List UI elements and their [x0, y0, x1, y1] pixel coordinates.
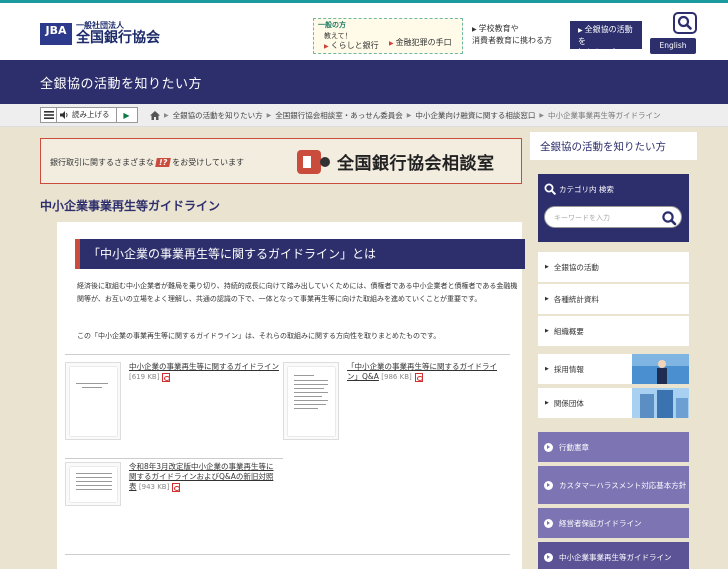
divider: [65, 458, 283, 459]
site-logo[interactable]: JBA 一般社団法人 全国銀行協会: [40, 21, 160, 46]
divider: [65, 354, 510, 355]
circle-arrow-icon: [544, 442, 553, 452]
speaker-icon: [60, 111, 68, 119]
content-panel: 「中小企業の事業再生等に関するガイドライン」とは 経済後に取組む中小企業者が難局…: [57, 222, 525, 569]
document-thumbnail[interactable]: [283, 362, 339, 440]
banner-title: 全銀協の活動を知りたい方: [40, 77, 203, 92]
logo-subtitle: 一般社団法人: [76, 21, 124, 30]
search-submit-icon[interactable]: [661, 210, 677, 226]
arrow-icon: ▶: [545, 400, 549, 406]
general-link-fraud[interactable]: ▶ 金融犯罪の手口: [389, 37, 452, 48]
consultation-brand: 全国銀行協会相談室: [297, 149, 495, 174]
sidebar-item-recruitment[interactable]: ▶ 採用情報: [538, 354, 689, 384]
divider: [65, 554, 510, 555]
document-item: 中小企業の事業再生等に関するガイドライン [619 KB]: [65, 362, 279, 440]
sidebar-link-guarantor-guideline[interactable]: 経営者保証ガイドライン: [538, 508, 689, 538]
file-size: [619 KB]: [129, 373, 160, 381]
sidebar-link-sme-guideline[interactable]: 中小企業事業再生等ガイドライン: [538, 542, 689, 569]
breadcrumb-separator-icon: ▶: [266, 112, 272, 119]
circle-arrow-icon: [544, 552, 553, 562]
sidebar-link-code-of-conduct[interactable]: 行動憲章: [538, 432, 689, 462]
document-link[interactable]: 中小企業の事業再生等に関するガイドライン: [129, 362, 279, 371]
question-exclamation-icon: !?: [155, 158, 172, 167]
document-item: 令和8年3月改定版中小企業の事業再生等に関するガイドラインおよびQ&Aの新旧対照…: [65, 462, 279, 506]
breadcrumb-current: 中小企業事業再生等ガイドライン: [548, 111, 661, 120]
arrow-icon: ▶: [578, 27, 583, 34]
play-button[interactable]: ▶: [117, 108, 137, 122]
breadcrumb-item[interactable]: 中小企業向け融資に関する相談窓口: [415, 110, 535, 121]
play-icon: ▶: [123, 110, 130, 120]
section-heading: 「中小企業の事業再生等に関するガイドライン」とは: [75, 239, 525, 269]
header-search-button[interactable]: [673, 12, 697, 34]
document-item: 「中小企業の事業再生等に関するガイドライン」Q&A [986 KB]: [283, 362, 497, 440]
promo-text: 銀行取引に関するさまざまな !? をお受けしています: [50, 158, 245, 167]
sidebar-item-organization[interactable]: ▶ 組織概要: [538, 316, 689, 346]
intro-paragraph: 経済後に取組む中小企業者が難局を乗り切り、持続的成長に向けて踏み出していくために…: [77, 282, 518, 303]
document-thumbnail[interactable]: [65, 462, 121, 506]
arrow-icon: ▶: [545, 328, 549, 334]
sidebar-item-statistics[interactable]: ▶ 各種統計資料: [538, 284, 689, 314]
site-header: JBA 一般社団法人 全国銀行協会 一般の方 教えて！ ▶ くらしと銀行 ▶ 金融犯…: [0, 3, 728, 60]
jba-logo-mark: JBA: [40, 22, 72, 45]
general-audience-box: 一般の方 教えて！ ▶ くらしと銀行 ▶ 金融犯罪の手口: [313, 18, 463, 54]
category-search: カテゴリ内 検索 キーワードを入力: [538, 174, 689, 242]
file-size: [943 KB]: [138, 483, 170, 491]
summary-paragraph: この「中小企業の事業再生等に関するガイドライン」は、それらの取組みに関する方向性…: [77, 332, 441, 340]
category-banner: 全銀協の活動を知りたい方: [0, 60, 728, 104]
menu-icon: [43, 111, 54, 119]
related-orgs-photo: [632, 388, 689, 418]
read-aloud-bar: 読み上げる ▶: [40, 107, 138, 123]
breadcrumb-separator-icon: ▶: [539, 112, 544, 119]
general-link-life-bank[interactable]: ▶ くらしと銀行: [324, 40, 379, 51]
logo-title: 全国銀行協会: [76, 30, 160, 46]
recruitment-photo: [632, 354, 689, 384]
arrow-icon: ▶: [545, 366, 549, 372]
breadcrumb-bar: 読み上げる ▶ ▶ 全銀協の活動を知りたい方 ▶ 全国銀行協会相談室・あっせん委…: [0, 104, 728, 127]
sidebar-link-customer-harassment[interactable]: カスタマーハラスメント対応基本方針: [538, 466, 689, 504]
consultation-logo-icon: [297, 149, 330, 174]
breadcrumb-separator-icon: ▶: [164, 112, 169, 119]
general-tag: 一般の方: [318, 21, 346, 29]
sidebar-heading: 全銀協の活動を知りたい方: [530, 132, 697, 160]
document-thumbnail[interactable]: [65, 362, 121, 440]
main-content: 銀行取引に関するさまざまな !? をお受けしています 全国銀行協会相談室 中小企…: [32, 132, 525, 569]
arrow-icon: ▶: [324, 43, 329, 50]
read-aloud-button[interactable]: 読み上げる: [57, 108, 117, 122]
arrow-icon: ▶: [389, 40, 394, 47]
search-icon: [677, 15, 692, 30]
consultation-banner[interactable]: 銀行取引に関するさまざまな !? をお受けしています 全国銀行協会相談室: [40, 138, 522, 184]
pdf-icon: [172, 482, 181, 492]
file-size: [986 KB]: [381, 373, 412, 381]
sidebar-item-activities[interactable]: ▶ 全銀協の活動: [538, 252, 689, 282]
arrow-icon: ▶: [545, 296, 549, 302]
breadcrumb-item[interactable]: 全国銀行協会相談室・あっせん委員会: [275, 110, 403, 121]
activities-link[interactable]: ▶ 全銀協の活動を 知りたい方: [570, 21, 642, 57]
read-menu-button[interactable]: [41, 108, 57, 122]
circle-arrow-icon: [544, 518, 553, 528]
pdf-icon: [414, 372, 423, 382]
consultation-brand-text: 全国銀行協会相談室: [337, 154, 495, 174]
sidebar-item-related-orgs[interactable]: ▶ 関係団体: [538, 388, 689, 418]
arrow-icon: ▶: [545, 264, 549, 270]
education-link[interactable]: ▶ 学校教育や 消費者教育に携わる方: [472, 23, 552, 46]
category-search-input[interactable]: キーワードを入力: [544, 206, 682, 228]
page-title: 中小企業事業再生等ガイドライン: [40, 199, 221, 213]
pdf-icon: [162, 372, 171, 382]
circle-arrow-icon: [544, 480, 553, 490]
breadcrumb-separator-icon: ▶: [406, 112, 412, 119]
home-icon[interactable]: [150, 111, 160, 120]
category-search-label: カテゴリ内 検索: [544, 183, 614, 195]
sidebar: 全銀協の活動を知りたい方 カテゴリ内 検索 キーワードを入力 ▶ 全銀協の活動 ▶…: [530, 132, 697, 569]
arrow-icon: ▶: [472, 26, 477, 33]
english-button[interactable]: English: [650, 38, 696, 54]
breadcrumb-item[interactable]: 全銀協の活動を知りたい方: [173, 110, 263, 121]
search-icon: [544, 183, 556, 195]
breadcrumb: ▶ 全銀協の活動を知りたい方 ▶ 全国銀行協会相談室・あっせん委員会 ▶ 中小企…: [150, 110, 661, 121]
